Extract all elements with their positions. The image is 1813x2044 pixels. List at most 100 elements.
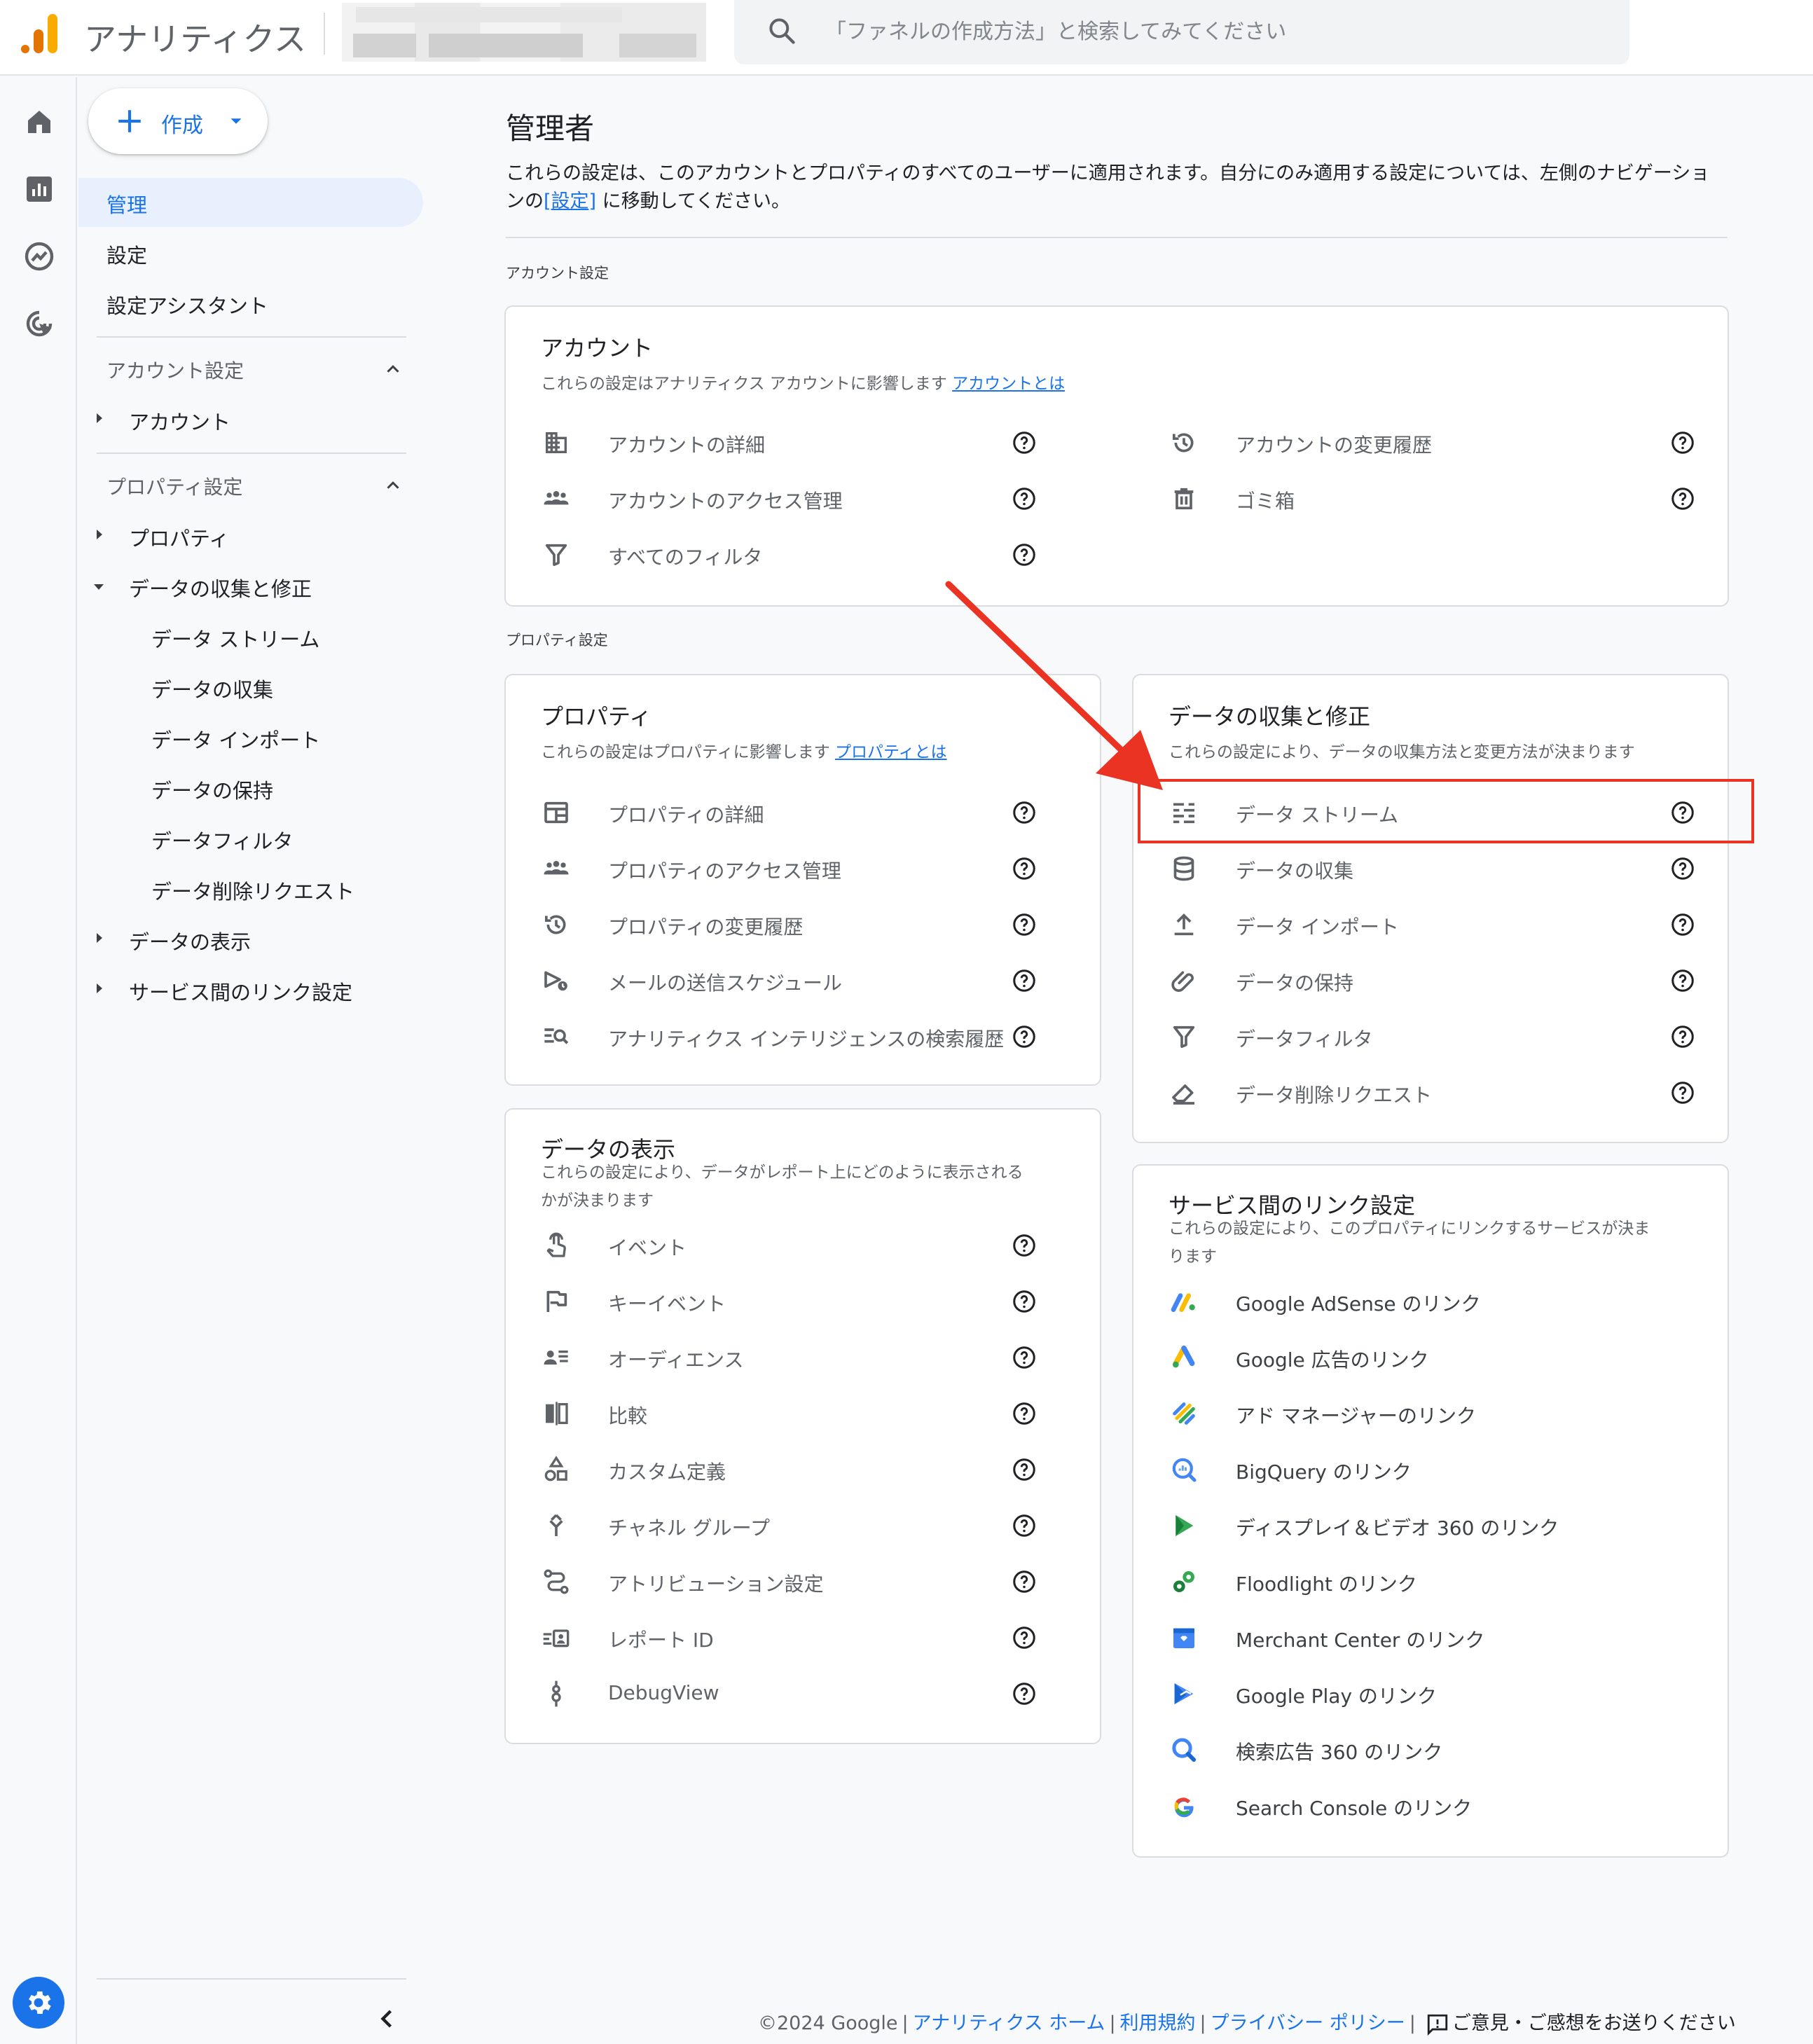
nav-item-property[interactable]: プロパティ — [129, 523, 229, 552]
settings-row[interactable]: カスタム定義 — [541, 1449, 1073, 1491]
nav-section-property-settings[interactable]: プロパティ設定 — [106, 472, 242, 500]
settings-row[interactable]: データの収集 — [1169, 848, 1701, 890]
settings-row[interactable]: キーイベント — [541, 1280, 1073, 1323]
expand-arrow-icon[interactable] — [97, 530, 102, 539]
help-icon[interactable] — [1012, 542, 1037, 567]
nav-item-admin[interactable]: 管理 — [106, 189, 147, 219]
chevron-up-icon[interactable] — [382, 475, 404, 496]
nav-subitem-data-filters[interactable]: データフィルタ — [151, 825, 293, 855]
help-icon[interactable] — [1670, 912, 1695, 937]
link-row-search-ads-360[interactable]: 検索広告 360 のリンク — [1169, 1729, 1701, 1771]
what-is-account-link[interactable]: アカウントとは — [952, 375, 1065, 393]
nav-item-product-links[interactable]: サービス間のリンク設定 — [129, 976, 352, 1006]
footer-link-analytics-home[interactable]: アナリティクス ホーム — [913, 2012, 1105, 2034]
nav-item-settings[interactable]: 設定 — [106, 240, 147, 269]
collapse-arrow-icon[interactable] — [94, 584, 104, 590]
settings-row[interactable]: データ削除リクエスト — [1169, 1072, 1701, 1114]
expand-arrow-icon[interactable] — [97, 413, 102, 423]
help-icon[interactable] — [1012, 1681, 1037, 1706]
nav-item-account[interactable]: アカウント — [129, 406, 230, 436]
settings-row[interactable]: プロパティの変更履歴 — [541, 904, 1073, 946]
help-icon[interactable] — [1670, 856, 1695, 881]
link-row-search-console[interactable]: Search Console のリンク — [1169, 1785, 1701, 1827]
settings-row[interactable]: アナリティクス インテリジェンスの検索履歴 — [541, 1016, 1073, 1058]
collapse-sidebar-icon[interactable] — [371, 2003, 402, 2034]
settings-row[interactable]: DebugView — [541, 1673, 1073, 1715]
help-icon[interactable] — [1012, 486, 1037, 511]
settings-row[interactable]: データの保持 — [1169, 960, 1701, 1002]
settings-row[interactable]: アトリビューション設定 — [541, 1561, 1073, 1603]
help-icon[interactable] — [1012, 1233, 1037, 1258]
settings-row[interactable]: アカウントの変更履歴 — [1169, 422, 1701, 464]
help-icon[interactable] — [1012, 856, 1037, 881]
settings-row[interactable]: ゴミ箱 — [1169, 478, 1701, 520]
nav-subitem-data-collection[interactable]: データの収集 — [151, 674, 273, 703]
footer-feedback[interactable]: ご意見・ご感想をお送りください — [1452, 2012, 1736, 2034]
help-icon[interactable] — [1670, 968, 1695, 993]
link-row-bigquery[interactable]: BigQuery のリンク — [1169, 1449, 1701, 1491]
footer-link-terms[interactable]: 利用規約 — [1120, 2012, 1196, 2034]
link-row-dv360[interactable]: ディスプレイ＆ビデオ 360 のリンク — [1169, 1505, 1701, 1547]
what-is-property-link[interactable]: プロパティとは — [835, 743, 947, 761]
help-icon[interactable] — [1012, 1625, 1037, 1650]
nav-subitem-data-retention[interactable]: データの保持 — [151, 775, 273, 804]
link-row-floodlight[interactable]: Floodlight のリンク — [1169, 1561, 1701, 1603]
help-icon[interactable] — [1012, 1289, 1037, 1314]
settings-row[interactable]: データ インポート — [1169, 904, 1701, 946]
nav-item-setup-assistant[interactable]: 設定アシスタント — [106, 290, 268, 319]
account-selector-blurred[interactable] — [342, 3, 706, 62]
settings-row[interactable]: アカウントのアクセス管理 — [541, 478, 1038, 520]
help-icon[interactable] — [1670, 1024, 1695, 1049]
reports-icon[interactable] — [22, 172, 56, 206]
home-icon[interactable] — [22, 105, 56, 139]
chevron-up-icon[interactable] — [382, 359, 404, 380]
help-icon[interactable] — [1670, 486, 1695, 511]
search-bar[interactable] — [734, 0, 1629, 64]
settings-row[interactable]: メールの送信スケジュール — [541, 960, 1073, 1002]
settings-row[interactable]: すべてのフィルタ — [541, 534, 1038, 576]
help-icon[interactable] — [1012, 1401, 1037, 1426]
nav-subitem-data-import[interactable]: データ インポート — [151, 724, 320, 754]
settings-row[interactable]: イベント — [541, 1224, 1073, 1266]
nav-section-account-settings[interactable]: アカウント設定 — [106, 356, 244, 384]
analytics-logo-icon[interactable] — [20, 11, 59, 53]
link-row-merchant-center[interactable]: Merchant Center のリンク — [1169, 1617, 1701, 1659]
link-row-ad-manager[interactable]: アド マネージャーのリンク — [1169, 1393, 1701, 1435]
nav-item-data-display[interactable]: データの表示 — [129, 926, 251, 955]
app-title[interactable]: アナリティクス — [84, 14, 306, 60]
settings-row[interactable]: オーディエンス — [541, 1337, 1073, 1379]
help-icon[interactable] — [1670, 1080, 1695, 1105]
search-icon[interactable] — [766, 15, 797, 46]
help-icon[interactable] — [1012, 1345, 1037, 1370]
feedback-icon[interactable] — [1426, 2012, 1449, 2036]
settings-row[interactable]: プロパティのアクセス管理 — [541, 848, 1073, 890]
admin-gear-button[interactable] — [13, 1977, 64, 2029]
link-row-adsense[interactable]: Google AdSense のリンク — [1169, 1280, 1701, 1323]
expand-arrow-icon[interactable] — [97, 983, 102, 993]
nav-subitem-data-deletion[interactable]: データ削除リクエスト — [151, 876, 354, 905]
settings-row[interactable]: アカウントの詳細 — [541, 422, 1038, 464]
link-row-google-ads[interactable]: Google 広告のリンク — [1169, 1337, 1701, 1379]
help-icon[interactable] — [1670, 430, 1695, 455]
advertising-icon[interactable] — [22, 307, 56, 340]
help-icon[interactable] — [1012, 1024, 1037, 1049]
link-row-google-play[interactable]: Google Play のリンク — [1169, 1673, 1701, 1715]
help-icon[interactable] — [1012, 912, 1037, 937]
footer-link-privacy[interactable]: プライバシー ポリシー — [1211, 2012, 1405, 2034]
create-button[interactable]: 作成 — [88, 88, 268, 154]
search-input[interactable] — [825, 14, 1596, 49]
help-icon[interactable] — [1012, 1569, 1037, 1594]
settings-row[interactable]: レポート ID — [541, 1617, 1073, 1659]
help-icon[interactable] — [1012, 430, 1037, 455]
nav-item-data-collection[interactable]: データの収集と修正 — [129, 573, 312, 602]
expand-arrow-icon[interactable] — [97, 933, 102, 943]
help-icon[interactable] — [1012, 1457, 1037, 1482]
explore-icon[interactable] — [22, 240, 56, 273]
nav-subitem-data-streams[interactable]: データ ストリーム — [151, 623, 319, 653]
settings-link[interactable]: [設定] — [544, 191, 596, 212]
help-icon[interactable] — [1012, 1513, 1037, 1538]
help-icon[interactable] — [1012, 968, 1037, 993]
settings-row[interactable]: データフィルタ — [1169, 1016, 1701, 1058]
settings-row[interactable]: チャネル グループ — [541, 1505, 1073, 1547]
settings-row[interactable]: 比較 — [541, 1393, 1073, 1435]
